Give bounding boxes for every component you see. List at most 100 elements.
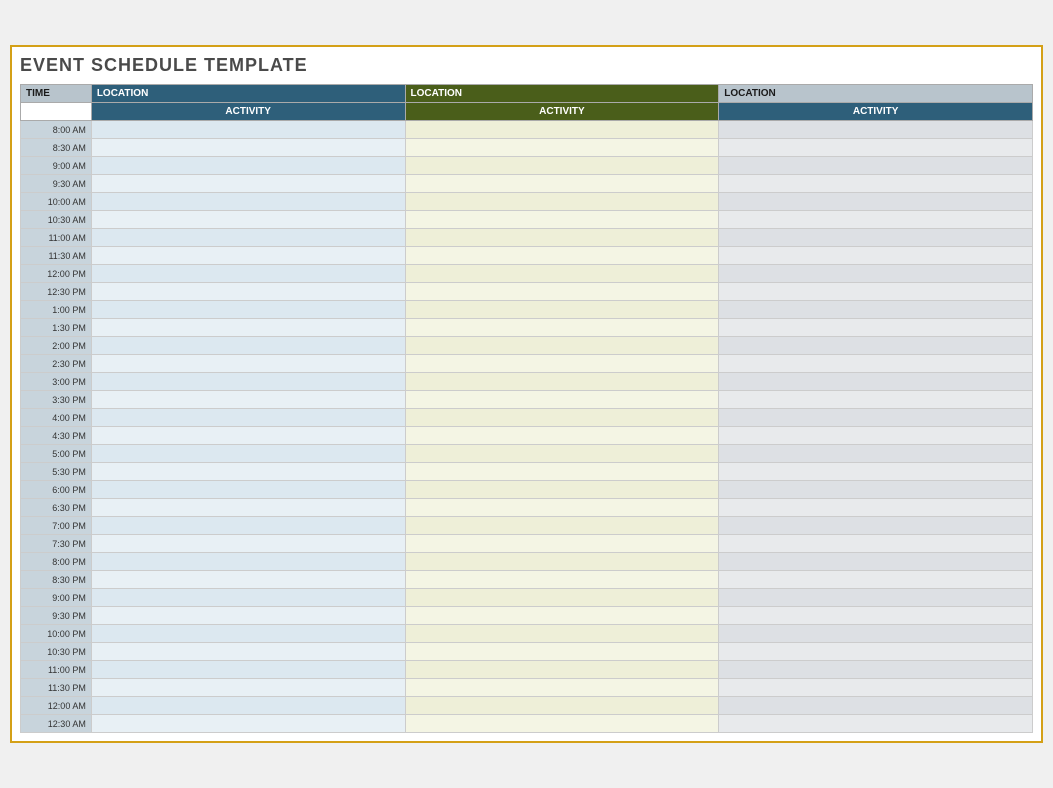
activity-cell-2[interactable] bbox=[405, 265, 719, 283]
activity-cell-1[interactable] bbox=[91, 589, 405, 607]
activity-cell-1[interactable] bbox=[91, 607, 405, 625]
activity-cell-2[interactable] bbox=[405, 355, 719, 373]
activity-cell-3[interactable] bbox=[719, 571, 1033, 589]
activity-cell-1[interactable] bbox=[91, 625, 405, 643]
activity-cell-1[interactable] bbox=[91, 517, 405, 535]
activity-cell-1[interactable] bbox=[91, 643, 405, 661]
activity-cell-2[interactable] bbox=[405, 589, 719, 607]
activity-cell-3[interactable] bbox=[719, 643, 1033, 661]
activity-cell-3[interactable] bbox=[719, 355, 1033, 373]
activity-cell-3[interactable] bbox=[719, 661, 1033, 679]
activity-cell-2[interactable] bbox=[405, 175, 719, 193]
activity-cell-3[interactable] bbox=[719, 499, 1033, 517]
activity-cell-3[interactable] bbox=[719, 553, 1033, 571]
activity-cell-3[interactable] bbox=[719, 121, 1033, 139]
activity-cell-1[interactable] bbox=[91, 553, 405, 571]
activity-cell-1[interactable] bbox=[91, 697, 405, 715]
activity-cell-1[interactable] bbox=[91, 427, 405, 445]
activity-cell-2[interactable] bbox=[405, 211, 719, 229]
activity-cell-3[interactable] bbox=[719, 517, 1033, 535]
activity-cell-2[interactable] bbox=[405, 283, 719, 301]
activity-cell-2[interactable] bbox=[405, 679, 719, 697]
activity-cell-2[interactable] bbox=[405, 481, 719, 499]
activity-cell-3[interactable] bbox=[719, 301, 1033, 319]
activity-cell-2[interactable] bbox=[405, 121, 719, 139]
activity-cell-1[interactable] bbox=[91, 193, 405, 211]
activity-cell-2[interactable] bbox=[405, 571, 719, 589]
activity-cell-2[interactable] bbox=[405, 247, 719, 265]
activity-cell-3[interactable] bbox=[719, 391, 1033, 409]
activity-cell-2[interactable] bbox=[405, 319, 719, 337]
activity-cell-3[interactable] bbox=[719, 211, 1033, 229]
activity-cell-1[interactable] bbox=[91, 373, 405, 391]
activity-cell-3[interactable] bbox=[719, 625, 1033, 643]
activity-cell-1[interactable] bbox=[91, 211, 405, 229]
activity-cell-3[interactable] bbox=[719, 607, 1033, 625]
activity-cell-2[interactable] bbox=[405, 715, 719, 733]
activity-cell-3[interactable] bbox=[719, 175, 1033, 193]
activity-cell-2[interactable] bbox=[405, 193, 719, 211]
activity-cell-2[interactable] bbox=[405, 409, 719, 427]
activity-cell-1[interactable] bbox=[91, 715, 405, 733]
activity-cell-1[interactable] bbox=[91, 535, 405, 553]
activity-cell-2[interactable] bbox=[405, 229, 719, 247]
activity-cell-3[interactable] bbox=[719, 589, 1033, 607]
activity-cell-2[interactable] bbox=[405, 607, 719, 625]
activity-cell-3[interactable] bbox=[719, 193, 1033, 211]
activity-cell-2[interactable] bbox=[405, 391, 719, 409]
activity-cell-3[interactable] bbox=[719, 679, 1033, 697]
activity-cell-2[interactable] bbox=[405, 643, 719, 661]
activity-cell-1[interactable] bbox=[91, 175, 405, 193]
activity-cell-1[interactable] bbox=[91, 391, 405, 409]
activity-cell-3[interactable] bbox=[719, 229, 1033, 247]
activity-cell-2[interactable] bbox=[405, 445, 719, 463]
activity-cell-1[interactable] bbox=[91, 157, 405, 175]
activity-cell-1[interactable] bbox=[91, 247, 405, 265]
activity-cell-2[interactable] bbox=[405, 301, 719, 319]
activity-cell-3[interactable] bbox=[719, 445, 1033, 463]
activity-cell-3[interactable] bbox=[719, 463, 1033, 481]
activity-cell-3[interactable] bbox=[719, 283, 1033, 301]
activity-cell-3[interactable] bbox=[719, 319, 1033, 337]
activity-cell-1[interactable] bbox=[91, 229, 405, 247]
activity-cell-1[interactable] bbox=[91, 571, 405, 589]
activity-cell-2[interactable] bbox=[405, 697, 719, 715]
activity-cell-3[interactable] bbox=[719, 409, 1033, 427]
activity-cell-1[interactable] bbox=[91, 265, 405, 283]
activity-cell-3[interactable] bbox=[719, 247, 1033, 265]
activity-cell-1[interactable] bbox=[91, 679, 405, 697]
activity-cell-3[interactable] bbox=[719, 139, 1033, 157]
activity-cell-1[interactable] bbox=[91, 139, 405, 157]
activity-cell-2[interactable] bbox=[405, 427, 719, 445]
activity-cell-2[interactable] bbox=[405, 373, 719, 391]
activity-cell-1[interactable] bbox=[91, 121, 405, 139]
activity-cell-2[interactable] bbox=[405, 535, 719, 553]
activity-cell-2[interactable] bbox=[405, 337, 719, 355]
activity-cell-2[interactable] bbox=[405, 463, 719, 481]
activity-cell-2[interactable] bbox=[405, 517, 719, 535]
activity-cell-1[interactable] bbox=[91, 661, 405, 679]
activity-cell-1[interactable] bbox=[91, 319, 405, 337]
activity-cell-2[interactable] bbox=[405, 553, 719, 571]
activity-cell-1[interactable] bbox=[91, 499, 405, 517]
activity-cell-3[interactable] bbox=[719, 265, 1033, 283]
activity-cell-2[interactable] bbox=[405, 499, 719, 517]
activity-cell-1[interactable] bbox=[91, 337, 405, 355]
activity-cell-1[interactable] bbox=[91, 409, 405, 427]
activity-cell-3[interactable] bbox=[719, 427, 1033, 445]
activity-cell-3[interactable] bbox=[719, 373, 1033, 391]
activity-cell-3[interactable] bbox=[719, 157, 1033, 175]
activity-cell-2[interactable] bbox=[405, 625, 719, 643]
activity-cell-3[interactable] bbox=[719, 535, 1033, 553]
activity-cell-3[interactable] bbox=[719, 697, 1033, 715]
activity-cell-1[interactable] bbox=[91, 283, 405, 301]
activity-cell-1[interactable] bbox=[91, 481, 405, 499]
activity-cell-3[interactable] bbox=[719, 715, 1033, 733]
activity-cell-1[interactable] bbox=[91, 355, 405, 373]
activity-cell-1[interactable] bbox=[91, 445, 405, 463]
activity-cell-2[interactable] bbox=[405, 139, 719, 157]
activity-cell-3[interactable] bbox=[719, 337, 1033, 355]
activity-cell-1[interactable] bbox=[91, 301, 405, 319]
activity-cell-2[interactable] bbox=[405, 157, 719, 175]
activity-cell-3[interactable] bbox=[719, 481, 1033, 499]
